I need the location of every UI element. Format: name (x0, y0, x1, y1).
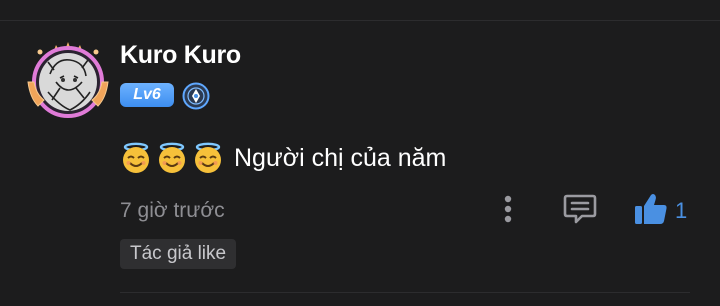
top-divider (0, 20, 720, 21)
comment-text: Người chị của năm (234, 143, 447, 172)
like-count[interactable]: 1 (675, 198, 687, 224)
comment-text-row: Người chị của năm (120, 142, 446, 174)
emoji-row (120, 142, 228, 174)
smiling-face-with-halo-icon (195, 142, 221, 173)
more-vertical-icon[interactable] (500, 194, 516, 224)
thumbs-up-icon[interactable] (633, 192, 669, 226)
username[interactable]: Kuro Kuro (120, 41, 241, 70)
avatar[interactable] (26, 40, 110, 120)
timestamp: 7 giờ trước (120, 199, 225, 222)
reply-comment-icon[interactable] (563, 192, 597, 226)
level-badge: Lv6 (120, 83, 174, 107)
author-like-tag: Tác giả like (120, 239, 237, 269)
verified-badge-icon (182, 82, 210, 110)
smiling-face-with-halo-icon (123, 142, 149, 173)
bottom-divider (120, 292, 690, 293)
smiling-face-with-halo-icon (159, 142, 185, 173)
avatar-frame-icon (27, 42, 109, 118)
